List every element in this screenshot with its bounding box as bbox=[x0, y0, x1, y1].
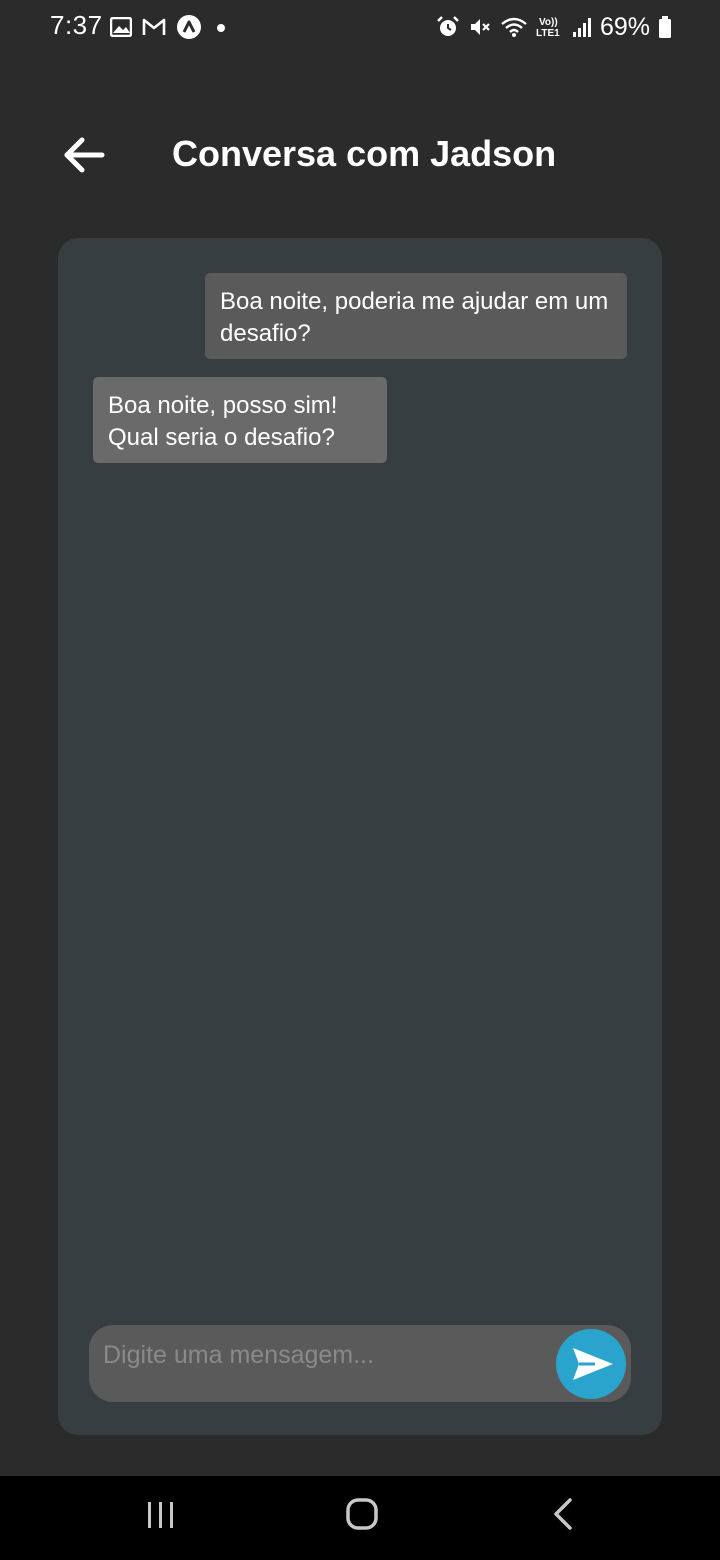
nav-back-button[interactable] bbox=[534, 1494, 594, 1542]
battery-percentage: 69% bbox=[599, 12, 650, 41]
send-button[interactable] bbox=[556, 1329, 626, 1399]
chat-panel: Boa noite, poderia me ajudar em um desaf… bbox=[58, 238, 662, 1435]
alarm-icon bbox=[436, 15, 460, 39]
recents-button[interactable] bbox=[131, 1494, 191, 1542]
volte-icon: Vo)) LTE1 bbox=[536, 15, 564, 39]
dot-icon bbox=[212, 17, 230, 37]
message-bubble-received: Boa noite, posso sim! Qual seria o desaf… bbox=[93, 377, 387, 463]
system-nav-bar bbox=[0, 1476, 720, 1560]
home-button[interactable] bbox=[332, 1494, 392, 1542]
svg-text:Vo)): Vo)) bbox=[539, 17, 558, 28]
arrow-left-icon bbox=[58, 132, 108, 178]
back-button[interactable] bbox=[58, 132, 108, 178]
chat-screen: 7:37 Vo)) LTE1 69% Conversa com Jadson B… bbox=[0, 0, 720, 1560]
wifi-icon bbox=[500, 15, 528, 39]
gallery-icon bbox=[110, 17, 132, 37]
app-header: Conversa com Jadson bbox=[0, 110, 720, 200]
home-icon bbox=[346, 1498, 378, 1530]
signal-icon bbox=[572, 16, 592, 38]
gmail-icon bbox=[142, 17, 166, 37]
app-icon bbox=[176, 14, 202, 40]
send-icon bbox=[573, 1348, 613, 1380]
status-bar: 7:37 Vo)) LTE1 69% bbox=[0, 0, 720, 56]
message-bubble-sent: Boa noite, poderia me ajudar em um desaf… bbox=[205, 273, 627, 359]
system-icons: Vo)) LTE1 69% bbox=[436, 12, 672, 42]
message-composer bbox=[89, 1325, 631, 1402]
message-input[interactable] bbox=[103, 1335, 543, 1375]
notification-icons bbox=[110, 14, 230, 40]
status-time: 7:37 bbox=[50, 10, 103, 40]
recents-icon bbox=[148, 1502, 173, 1528]
svg-text:LTE1: LTE1 bbox=[536, 28, 560, 39]
page-title: Conversa com Jadson bbox=[172, 133, 557, 174]
mute-icon bbox=[468, 15, 492, 39]
battery-icon bbox=[658, 15, 672, 39]
back-icon bbox=[554, 1498, 572, 1530]
